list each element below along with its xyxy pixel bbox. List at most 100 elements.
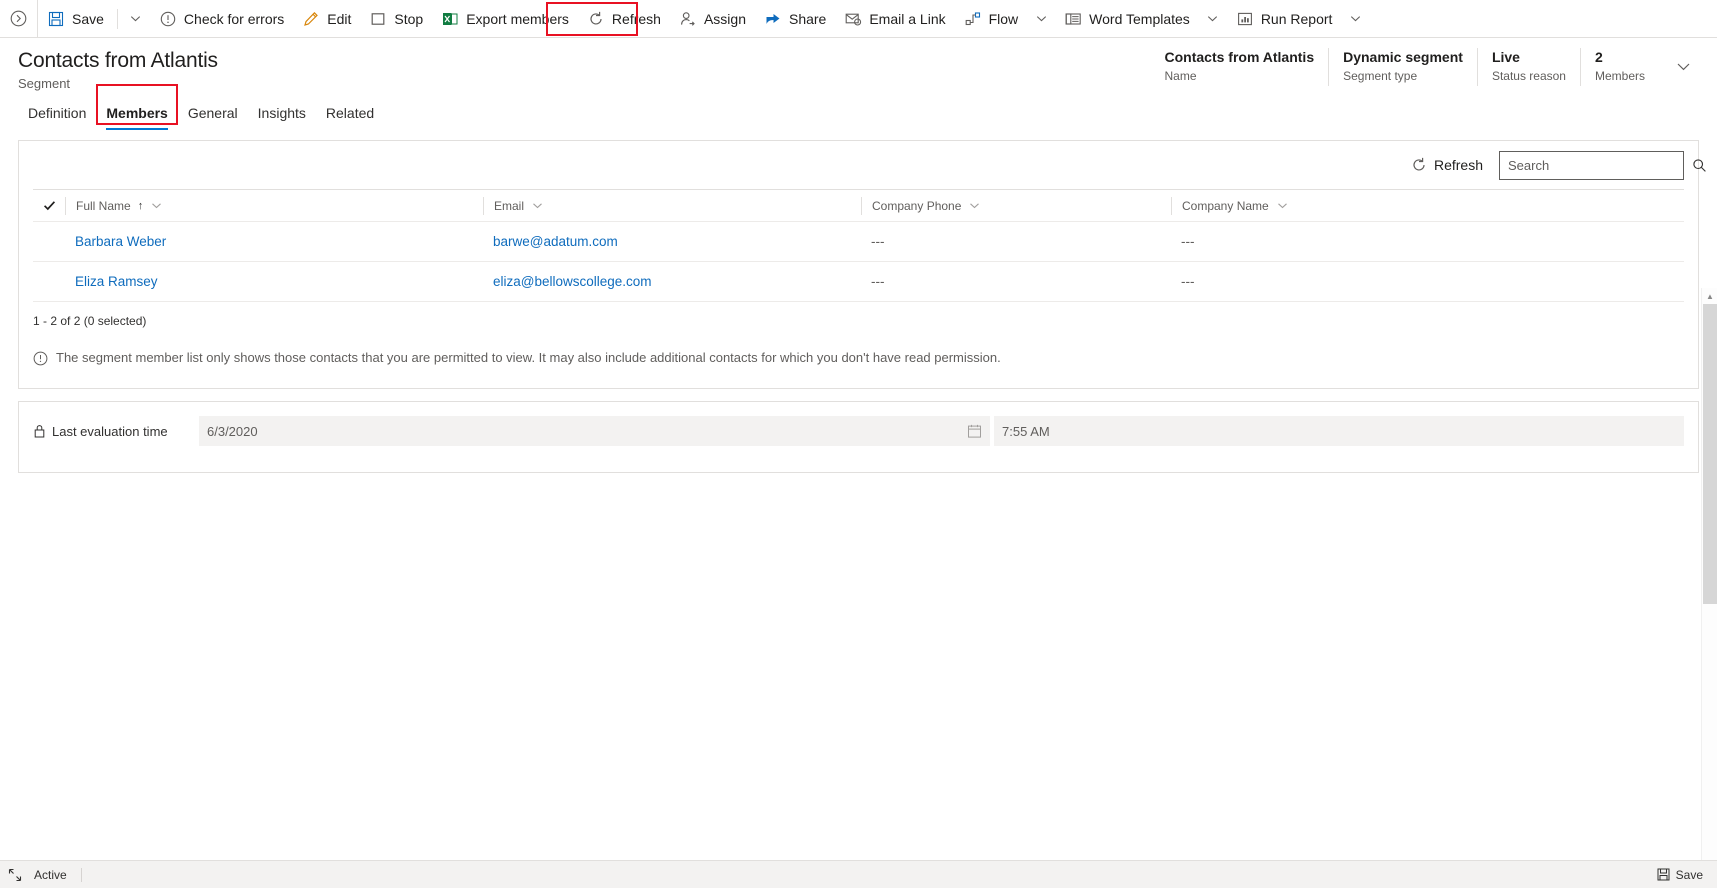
sort-ascending-icon: ↑ (137, 199, 144, 212)
email-a-link-button[interactable]: Email a Link (835, 0, 954, 38)
search-box[interactable] (1499, 150, 1706, 180)
tab-members[interactable]: Members (96, 104, 177, 130)
status-bar-save-button[interactable]: Save (1657, 868, 1717, 882)
info-circle-icon (33, 351, 48, 366)
last-evaluation-time-value: 7:55 AM (1002, 423, 1050, 439)
email-link[interactable]: barwe@adatum.com (493, 234, 618, 249)
status-bar: Active Save (0, 860, 1717, 888)
share-button-label: Share (788, 10, 827, 27)
last-evaluation-panel: Last evaluation time 6/3/2020 7:55 AM (18, 401, 1699, 473)
page-title: Contacts from Atlantis (18, 49, 218, 72)
last-evaluation-time-field[interactable]: 7:55 AM (994, 416, 1684, 446)
email-link[interactable]: eliza@bellowscollege.com (493, 274, 652, 289)
save-dropdown-button[interactable] (122, 0, 150, 38)
stop-button-label: Stop (394, 10, 424, 27)
refresh-button[interactable]: Refresh (578, 0, 670, 38)
lock-icon (33, 424, 46, 438)
export-members-label: Export members (466, 10, 569, 27)
word-templates-label: Word Templates (1089, 10, 1190, 27)
table-row[interactable]: Barbara Weber barwe@adatum.com --- --- (33, 222, 1684, 262)
word-templates-dropdown-button[interactable] (1199, 0, 1227, 38)
status-bar-left: Active (0, 867, 82, 882)
header-fact-name: Contacts from Atlantis Name (1151, 48, 1329, 86)
grid-refresh-button[interactable]: Refresh (1403, 152, 1491, 178)
header-fact-members-label: Members (1594, 69, 1645, 83)
tab-insights[interactable]: Insights (248, 104, 316, 130)
title-block: Contacts from Atlantis Segment (0, 48, 218, 91)
share-icon (764, 10, 782, 28)
flow-icon (964, 10, 982, 28)
cell-email: eliza@bellowscollege.com (483, 274, 861, 289)
run-report-icon (1236, 10, 1254, 28)
last-evaluation-date-field[interactable]: 6/3/2020 (199, 416, 990, 446)
checkmark-icon (43, 199, 56, 212)
scroll-up-arrow-icon[interactable]: ▲ (1702, 288, 1717, 304)
excel-icon (441, 10, 459, 28)
header-fact-name-value: Contacts from Atlantis (1164, 49, 1315, 65)
check-for-errors-label: Check for errors (183, 10, 285, 27)
status-bar-save-label: Save (1675, 867, 1703, 882)
last-evaluation-label: Last evaluation time (33, 424, 199, 439)
refresh-icon (587, 10, 605, 28)
record-count-label: 1 - 2 of 2 (0 selected) (33, 314, 147, 328)
flow-button-label: Flow (988, 10, 1019, 27)
contact-link[interactable]: Barbara Weber (75, 234, 166, 249)
run-report-dropdown-button[interactable] (1341, 0, 1369, 38)
header-collapse-button[interactable] (1667, 50, 1699, 82)
chevron-down-icon[interactable] (969, 200, 980, 211)
check-for-errors-button[interactable]: Check for errors (150, 0, 293, 38)
share-button[interactable]: Share (755, 0, 835, 38)
edit-button[interactable]: Edit (293, 0, 360, 38)
chevron-down-icon (130, 13, 141, 24)
command-bar-expander-button[interactable] (0, 0, 38, 38)
cell-company-name: --- (1181, 234, 1195, 249)
stop-button[interactable]: Stop (360, 0, 432, 38)
save-icon (47, 10, 65, 28)
expand-icon[interactable] (8, 868, 22, 882)
content-area: Refresh Ful (0, 130, 1717, 888)
search-icon[interactable] (1692, 152, 1707, 179)
search-input[interactable] (1500, 151, 1692, 179)
flow-dropdown-button[interactable] (1027, 0, 1055, 38)
export-members-button[interactable]: Export members (432, 0, 578, 38)
table-row[interactable]: Eliza Ramsey eliza@bellowscollege.com --… (33, 262, 1684, 302)
save-button[interactable]: Save (38, 0, 113, 38)
tab-strip: Definition Members General Insights Rela… (0, 84, 1717, 130)
assign-button[interactable]: Assign (670, 0, 755, 38)
chevron-down-icon[interactable] (151, 200, 162, 211)
select-all-checkbox[interactable] (33, 199, 65, 212)
grid-permission-notice: The segment member list only shows those… (19, 328, 1698, 388)
chevron-down-icon[interactable] (532, 200, 543, 211)
chevron-down-icon[interactable] (1277, 200, 1288, 211)
word-template-icon (1064, 10, 1082, 28)
grid-refresh-label: Refresh (1433, 157, 1483, 173)
page-subtitle: Segment (18, 76, 71, 91)
last-evaluation-date-value: 6/3/2020 (207, 423, 258, 439)
column-header-email-label: Email (494, 198, 525, 213)
scrollbar-thumb[interactable] (1703, 304, 1717, 604)
header-fact-segment-type: Dynamic segment Segment type (1328, 48, 1477, 86)
column-header-email[interactable]: Email (483, 196, 861, 215)
edit-button-label: Edit (327, 10, 352, 27)
vertical-scrollbar[interactable]: ▲ ▼ (1701, 288, 1717, 888)
tab-related[interactable]: Related (316, 104, 384, 130)
tab-definition[interactable]: Definition (18, 104, 96, 130)
calendar-icon[interactable] (967, 424, 982, 439)
members-grid: Full Name ↑ Email Company Phone Company … (33, 189, 1684, 302)
contact-link[interactable]: Eliza Ramsey (75, 274, 158, 289)
refresh-button-label: Refresh (611, 10, 661, 27)
cell-full-name: Eliza Ramsey (65, 274, 483, 289)
assign-person-icon (679, 10, 697, 28)
cell-company-phone: --- (871, 234, 885, 249)
header-fact-status-reason: Live Status reason (1476, 48, 1580, 86)
flow-button[interactable]: Flow (955, 0, 1028, 38)
record-header: Contacts from Atlantis Segment Contacts … (0, 38, 1717, 96)
column-header-company-name[interactable]: Company Name (1171, 196, 1511, 215)
chevron-down-icon (1036, 13, 1047, 24)
word-templates-button[interactable]: Word Templates (1055, 0, 1199, 38)
column-header-company-phone[interactable]: Company Phone (861, 196, 1171, 215)
tab-general[interactable]: General (178, 104, 248, 130)
run-report-button[interactable]: Run Report (1227, 0, 1342, 38)
cell-company-phone: --- (871, 274, 885, 289)
column-header-full-name[interactable]: Full Name ↑ (65, 196, 483, 215)
